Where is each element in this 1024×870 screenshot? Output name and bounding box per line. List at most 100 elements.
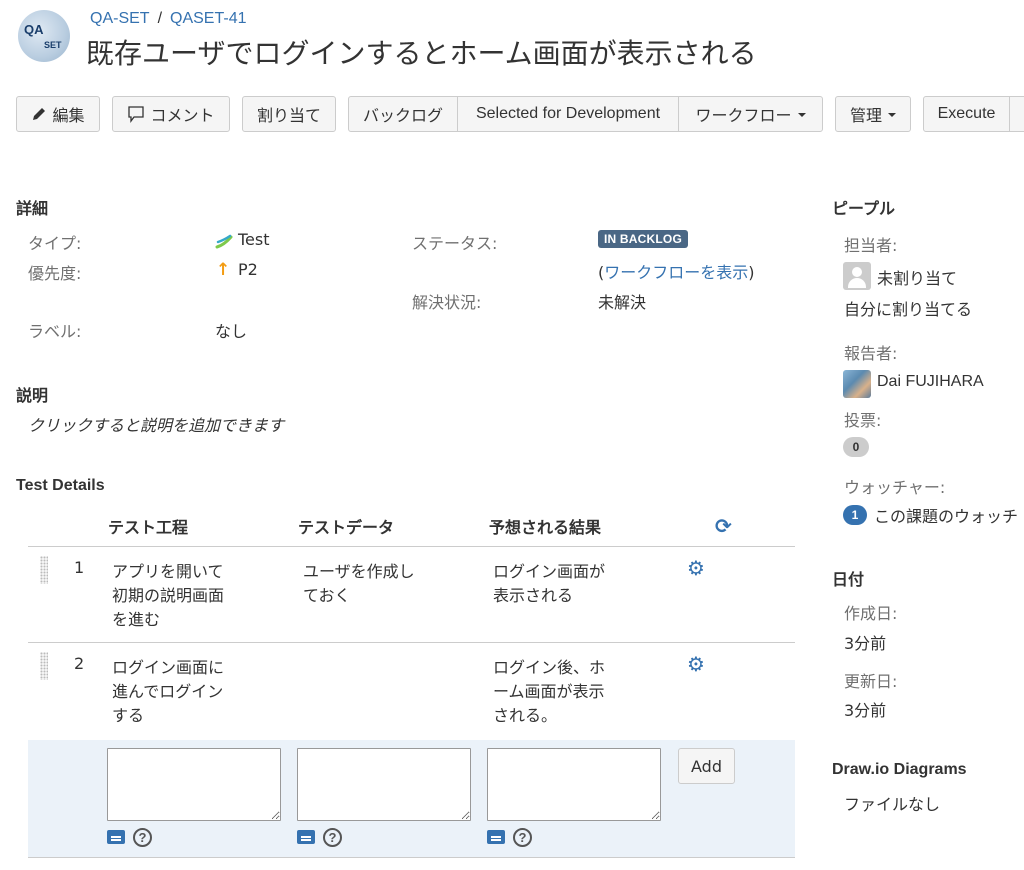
row-step-line: アプリを開いて: [112, 562, 224, 581]
comment-icon: [128, 106, 145, 123]
issue-toolbar: 編集 コメント 割り当て バックログ Selected for Developm…: [16, 96, 1024, 132]
watchers-label: ウォッチャー:: [844, 478, 946, 497]
page-title[interactable]: 既存ユーザでログインするとホーム画面が表示される: [86, 32, 757, 72]
row-step-line: 初期の説明画面: [112, 586, 225, 605]
row-step-line: を進む: [112, 610, 161, 629]
labels-label: ラベル:: [28, 322, 82, 341]
selected-for-development-label: Selected for Development: [475, 105, 661, 122]
comment-button[interactable]: コメント: [112, 96, 230, 132]
folder-icon[interactable]: [297, 830, 315, 844]
reporter-value[interactable]: Dai FUJIHARA: [877, 373, 984, 391]
folder-icon[interactable]: [107, 830, 125, 844]
refresh-icon[interactable]: ⟳: [715, 514, 732, 538]
assignee-label: 担当者:: [844, 236, 898, 255]
backlog-button-label: バックログ: [362, 106, 443, 125]
votes-label: 投票:: [844, 411, 882, 430]
breadcrumb-separator: /: [157, 10, 163, 27]
priority-label: 優先度:: [28, 264, 82, 283]
description-placeholder[interactable]: クリックすると説明を追加できます: [28, 412, 284, 436]
assign-button[interactable]: 割り当て: [242, 96, 336, 132]
breadcrumb-issue-link[interactable]: QASET-41: [170, 10, 246, 27]
test-type-icon: [215, 234, 233, 249]
resolution-label: 解決状況:: [412, 293, 482, 312]
status-badge: IN BACKLOG: [598, 230, 688, 248]
watch-issue-link[interactable]: この課題のウォッチ: [874, 503, 1018, 527]
row-result-line: ログイン後、ホ: [493, 658, 606, 677]
test-details-heading: Test Details: [16, 477, 105, 494]
chevron-down-icon: [888, 113, 896, 117]
admin-dropdown[interactable]: 管理: [835, 96, 911, 132]
row-number: 2: [74, 654, 85, 673]
breadcrumb: QA-SET / QASET-41: [90, 10, 247, 28]
created-value: 3分前: [844, 634, 887, 653]
chevron-down-icon: [797, 113, 806, 117]
edit-button[interactable]: 編集: [16, 96, 100, 132]
drag-handle-icon[interactable]: [40, 652, 48, 680]
votes-count-badge[interactable]: 0: [843, 437, 869, 457]
row-step-line: 進んでログイン: [112, 682, 224, 701]
assignee-value[interactable]: 未割り当て: [877, 265, 957, 289]
description-heading: 説明: [16, 388, 49, 405]
row-data-line: ユーザを作成し: [303, 562, 415, 581]
project-avatar-subtext: SET: [44, 40, 62, 50]
details-heading: 詳細: [16, 201, 49, 218]
column-header-test-step: テスト工程: [108, 518, 189, 537]
new-result-input[interactable]: [487, 748, 661, 821]
workflow-dropdown[interactable]: ワークフロー: [678, 96, 823, 132]
assign-button-label: 割り当て: [256, 106, 321, 125]
drag-handle-icon[interactable]: [40, 556, 48, 584]
view-workflow: (ワークフローを表示): [598, 259, 755, 283]
view-workflow-paren-close: ): [748, 263, 755, 282]
watchers-count-badge[interactable]: 1: [843, 505, 867, 525]
row-result-line: される。: [493, 706, 558, 725]
drawio-heading: Draw.io Diagrams: [832, 761, 967, 778]
table-divider: [28, 546, 795, 547]
breadcrumb-project-link[interactable]: QA-SET: [90, 10, 150, 27]
view-workflow-link[interactable]: ワークフローを表示: [604, 263, 748, 282]
priority-value: P2: [238, 260, 258, 279]
help-icon[interactable]: ?: [513, 828, 532, 847]
more-button[interactable]: [1009, 96, 1024, 132]
resolution-value: 未解決: [598, 293, 647, 312]
column-header-test-data: テストデータ: [298, 518, 395, 537]
priority-arrow-icon: ↑: [216, 260, 231, 280]
status-label: ステータス:: [412, 234, 498, 253]
avatar: [843, 370, 871, 398]
row-data-line: ておく: [303, 586, 351, 605]
new-step-input[interactable]: [107, 748, 281, 821]
project-avatar-text: QA: [24, 22, 44, 37]
backlog-button[interactable]: バックログ: [348, 96, 458, 132]
row-result[interactable]: ログイン画面が 表示される: [493, 560, 605, 608]
help-icon[interactable]: ?: [323, 828, 342, 847]
row-step[interactable]: ログイン画面に 進んでログイン する: [112, 656, 224, 728]
gear-icon[interactable]: ⚙: [687, 652, 705, 676]
drawio-value: ファイルなし: [844, 795, 941, 814]
folder-icon[interactable]: [487, 830, 505, 844]
dates-heading: 日付: [832, 572, 865, 589]
row-data[interactable]: ユーザを作成し ておく: [303, 560, 415, 608]
execute-button[interactable]: Execute: [923, 96, 1010, 132]
comment-button-label: コメント: [150, 106, 215, 125]
row-number: 1: [74, 558, 85, 577]
row-step-line: する: [112, 706, 145, 725]
help-icon[interactable]: ?: [133, 828, 152, 847]
row-result-line: ーム画面が表示: [493, 682, 605, 701]
new-data-input[interactable]: [297, 748, 471, 821]
updated-label: 更新日:: [844, 672, 898, 691]
assign-to-me-link[interactable]: 自分に割り当てる: [844, 296, 972, 320]
created-label: 作成日:: [844, 604, 898, 623]
table-divider: [28, 642, 795, 643]
reporter-label: 報告者:: [844, 344, 898, 363]
pencil-icon: [33, 108, 46, 120]
labels-value[interactable]: なし: [215, 318, 247, 342]
gear-icon[interactable]: ⚙: [687, 556, 705, 580]
row-result[interactable]: ログイン後、ホ ーム画面が表示 される。: [493, 656, 605, 728]
row-step-line: ログイン画面に: [112, 658, 225, 677]
selected-for-development-button[interactable]: Selected for Development: [457, 96, 679, 132]
column-header-expected-result: 予想される結果: [489, 518, 602, 537]
project-avatar[interactable]: QA SET: [18, 10, 70, 62]
row-result-line: ログイン画面が: [493, 562, 606, 581]
row-step[interactable]: アプリを開いて 初期の説明画面 を進む: [112, 560, 224, 632]
people-heading: ピープル: [832, 201, 896, 218]
add-step-button[interactable]: Add: [678, 748, 735, 784]
